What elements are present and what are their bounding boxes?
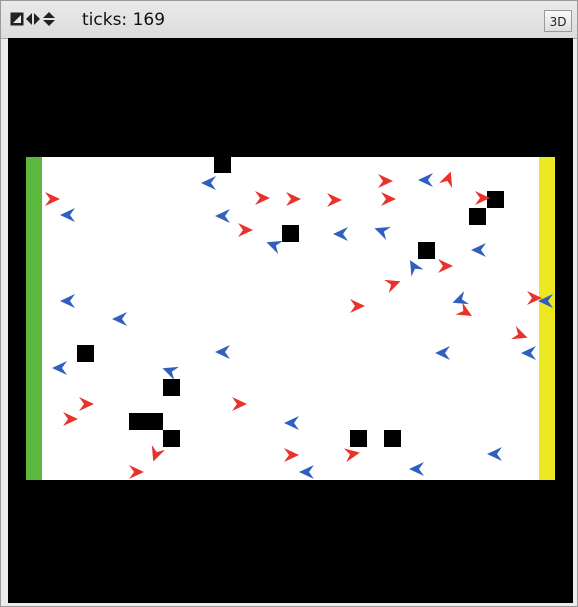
obstacle-block <box>350 430 367 447</box>
simulation-world <box>8 38 573 603</box>
obstacle-block <box>77 345 94 362</box>
obstacle-block <box>384 430 401 447</box>
obstacle-block <box>418 242 435 259</box>
obstacle-block <box>146 413 163 430</box>
ticks-counter: ticks: 169 <box>82 10 166 30</box>
arena-floor <box>26 157 555 480</box>
obstacle-block <box>163 430 180 447</box>
world-canvas <box>8 38 573 603</box>
right-goal <box>539 157 555 480</box>
horizontal-arrows-icon[interactable] <box>26 12 40 26</box>
obstacle-block <box>469 208 486 225</box>
left-goal <box>26 157 42 480</box>
vertical-arrows-icon[interactable] <box>42 12 56 26</box>
3d-view-button[interactable]: 3D <box>544 10 572 32</box>
view-toolbar: ticks: 169 3D <box>1 1 577 39</box>
obstacle-block <box>282 225 299 242</box>
zoom-icon[interactable] <box>10 12 24 26</box>
world-view-window: ticks: 169 3D <box>0 0 578 607</box>
obstacle-block <box>163 379 180 396</box>
obstacle-block <box>487 191 504 208</box>
obstacle-block <box>214 156 231 173</box>
obstacle-block <box>129 413 146 430</box>
